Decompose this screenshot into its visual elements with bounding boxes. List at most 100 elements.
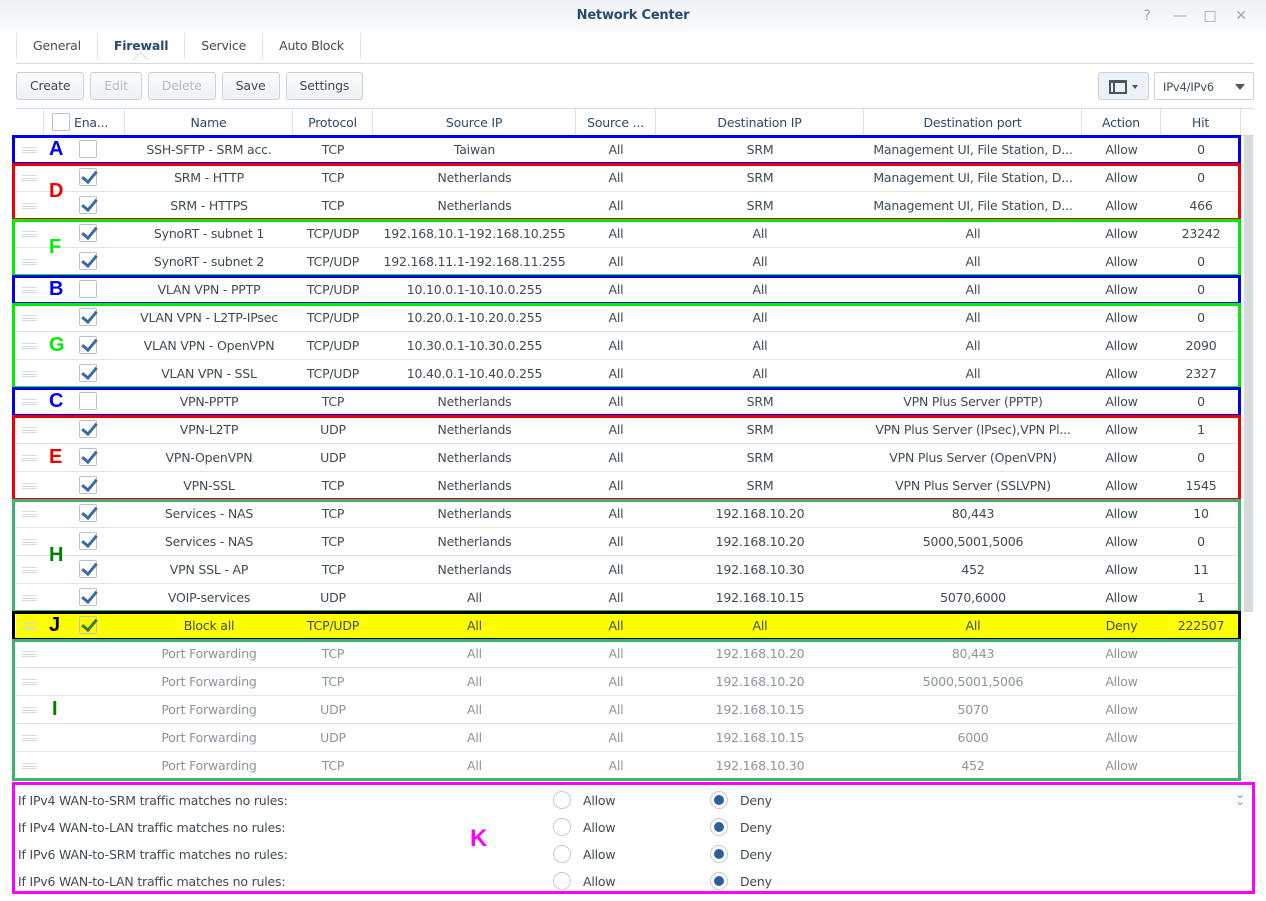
rule-enabled-checkbox[interactable] xyxy=(79,448,97,466)
rule-row[interactable]: SynoRT - subnet 1 TCP/UDP 192.168.10.1-192… xyxy=(16,220,1238,248)
rule-enabled-checkbox[interactable] xyxy=(79,364,97,382)
column-header-hit[interactable]: Hit xyxy=(1161,109,1241,136)
rule-row[interactable]: SynoRT - subnet 2 TCP/UDP 192.168.11.1-192… xyxy=(16,248,1238,276)
rule-row[interactable]: SSH-SFTP - SRM acc. TCP Taiwan All SRM Manage… xyxy=(16,136,1238,164)
rule-enabled-checkbox[interactable] xyxy=(79,280,97,298)
rule-enabled-checkbox[interactable] xyxy=(79,392,97,410)
tab-auto-block[interactable]: Auto Block xyxy=(263,33,361,59)
rule-enabled-checkbox[interactable] xyxy=(79,140,97,158)
rule-row[interactable]: Services - NAS TCP Netherlands All 192.168.1… xyxy=(16,528,1238,556)
settings-button[interactable]: Settings xyxy=(285,72,364,100)
allow-radio[interactable] xyxy=(553,845,571,863)
rule-row[interactable]: VPN-OpenVPN UDP Netherlands All SRM VPN Plus … xyxy=(16,444,1238,472)
deny-radio-label[interactable]: Deny xyxy=(740,847,772,862)
rule-row[interactable]: VLAN VPN - PPTP TCP/UDP 10.10.0.1-10.10.0.… xyxy=(16,276,1238,304)
column-header-action[interactable]: Action xyxy=(1082,109,1161,136)
allow-radio-label[interactable]: Allow xyxy=(583,847,616,862)
select-all-checkbox[interactable] xyxy=(52,113,70,131)
rule-row[interactable]: VLAN VPN - L2TP-IPsec TCP/UDP 10.20.0.1-10… xyxy=(16,304,1238,332)
drag-handle-icon[interactable] xyxy=(22,511,37,517)
vertical-scrollbar[interactable] xyxy=(1244,136,1253,612)
rule-row[interactable]: VOIP-services UDP All All 192.168.10.15 5070,… xyxy=(16,584,1238,612)
rule-enabled-checkbox[interactable] xyxy=(79,616,97,634)
ip-version-select[interactable]: IPv4/IPv6 xyxy=(1154,72,1254,100)
drag-handle-icon[interactable] xyxy=(22,679,37,685)
close-icon[interactable]: ✕ xyxy=(1231,6,1251,26)
drag-handle-icon[interactable] xyxy=(22,203,37,209)
rule-enabled-checkbox[interactable] xyxy=(79,336,97,354)
drag-handle-icon[interactable] xyxy=(22,483,37,489)
maximize-icon[interactable]: □ xyxy=(1200,6,1220,26)
deny-radio[interactable] xyxy=(710,791,728,809)
allow-radio[interactable] xyxy=(553,818,571,836)
column-header-source-port[interactable]: Source ... xyxy=(576,109,656,136)
deny-radio[interactable] xyxy=(710,845,728,863)
rule-enabled-checkbox[interactable] xyxy=(79,420,97,438)
rule-row[interactable]: Port Forwarding TCP All All 192.168.10.20 500… xyxy=(16,668,1238,696)
allow-radio-label[interactable]: Allow xyxy=(583,820,616,835)
rule-enabled-checkbox[interactable] xyxy=(79,560,97,578)
allow-radio-label[interactable]: Allow xyxy=(583,874,616,889)
rule-row[interactable]: VLAN VPN - OpenVPN TCP/UDP 10.30.0.1-10.30… xyxy=(16,332,1238,360)
drag-handle-icon[interactable] xyxy=(22,567,37,573)
column-header-source-ip[interactable]: Source IP xyxy=(373,109,576,136)
deny-radio[interactable] xyxy=(710,818,728,836)
rule-enabled-checkbox[interactable] xyxy=(79,532,97,550)
allow-radio-label[interactable]: Allow xyxy=(583,793,616,808)
create-button[interactable]: Create xyxy=(16,72,85,100)
drag-handle-icon[interactable] xyxy=(22,455,37,461)
rule-enabled-checkbox[interactable] xyxy=(79,252,97,270)
rule-enabled-checkbox[interactable] xyxy=(79,168,97,186)
column-header-destination-ip[interactable]: Destination IP xyxy=(656,109,864,136)
help-icon[interactable]: ? xyxy=(1137,6,1157,26)
drag-handle-icon[interactable] xyxy=(22,315,37,321)
drag-handle-icon[interactable] xyxy=(22,623,37,629)
rule-row[interactable]: VPN-SSL TCP Netherlands All SRM VPN Plus Serv… xyxy=(16,472,1238,500)
column-header-protocol[interactable]: Protocol xyxy=(293,109,373,136)
rule-row[interactable]: VPN-L2TP UDP Netherlands All SRM VPN Plus Ser… xyxy=(16,416,1238,444)
tab-general[interactable]: General xyxy=(16,33,98,59)
minimize-icon[interactable]: — xyxy=(1170,6,1190,26)
drag-handle-icon[interactable] xyxy=(22,595,37,601)
rule-row[interactable]: VPN SSL - AP TCP Netherlands All 192.168.10.… xyxy=(16,556,1238,584)
rule-enabled-checkbox[interactable] xyxy=(79,224,97,242)
drag-handle-icon[interactable] xyxy=(22,735,37,741)
drag-handle-icon[interactable] xyxy=(22,343,37,349)
tab-firewall[interactable]: Firewall xyxy=(98,33,186,59)
rule-row[interactable]: SRM - HTTP TCP Netherlands All SRM Management… xyxy=(16,164,1238,192)
double-chevron-down-icon[interactable]: ⌄ ⌄ xyxy=(1233,788,1247,807)
rule-row[interactable]: VPN-PPTP TCP Netherlands All SRM VPN Plus Ser… xyxy=(16,388,1238,416)
allow-radio[interactable] xyxy=(553,791,571,809)
allow-radio[interactable] xyxy=(553,872,571,890)
rule-enabled-checkbox[interactable] xyxy=(79,504,97,522)
drag-handle-icon[interactable] xyxy=(22,427,37,433)
rule-row[interactable]: Port Forwarding UDP All All 192.168.10.15 600… xyxy=(16,724,1238,752)
rule-row[interactable]: Port Forwarding TCP All All 192.168.10.30 452… xyxy=(16,752,1238,780)
drag-handle-icon[interactable] xyxy=(22,539,37,545)
rule-enabled-checkbox[interactable] xyxy=(79,308,97,326)
drag-handle-icon[interactable] xyxy=(22,399,37,405)
rule-enabled-checkbox[interactable] xyxy=(79,196,97,214)
view-layout-button[interactable] xyxy=(1098,72,1149,100)
drag-handle-icon[interactable] xyxy=(22,147,37,153)
drag-handle-icon[interactable] xyxy=(22,651,37,657)
drag-handle-icon[interactable] xyxy=(22,763,37,769)
deny-radio-label[interactable]: Deny xyxy=(740,820,772,835)
rule-row[interactable]: Services - NAS TCP Netherlands All 192.168.1… xyxy=(16,500,1238,528)
drag-handle-icon[interactable] xyxy=(22,231,37,237)
rule-enabled-checkbox[interactable] xyxy=(79,476,97,494)
tab-service[interactable]: Service xyxy=(185,33,264,59)
rule-row[interactable]: Port Forwarding TCP All All 192.168.10.20 80,… xyxy=(16,640,1238,668)
drag-handle-icon[interactable] xyxy=(22,259,37,265)
deny-radio-label[interactable]: Deny xyxy=(740,874,772,889)
deny-radio[interactable] xyxy=(710,872,728,890)
column-header-enabled[interactable]: Ena... xyxy=(44,109,125,136)
deny-radio-label[interactable]: Deny xyxy=(740,793,772,808)
rule-row[interactable]: SRM - HTTPS TCP Netherlands All SRM Managemen… xyxy=(16,192,1238,220)
drag-handle-icon[interactable] xyxy=(22,707,37,713)
rule-row[interactable]: Block all TCP/UDP All All All All Deny 222507 xyxy=(16,612,1238,640)
column-header-destination-port[interactable]: Destination port xyxy=(864,109,1082,136)
save-button[interactable]: Save xyxy=(221,72,280,100)
rule-row[interactable]: Port Forwarding UDP All All 192.168.10.15 507… xyxy=(16,696,1238,724)
edit-button[interactable]: Edit xyxy=(90,72,142,100)
